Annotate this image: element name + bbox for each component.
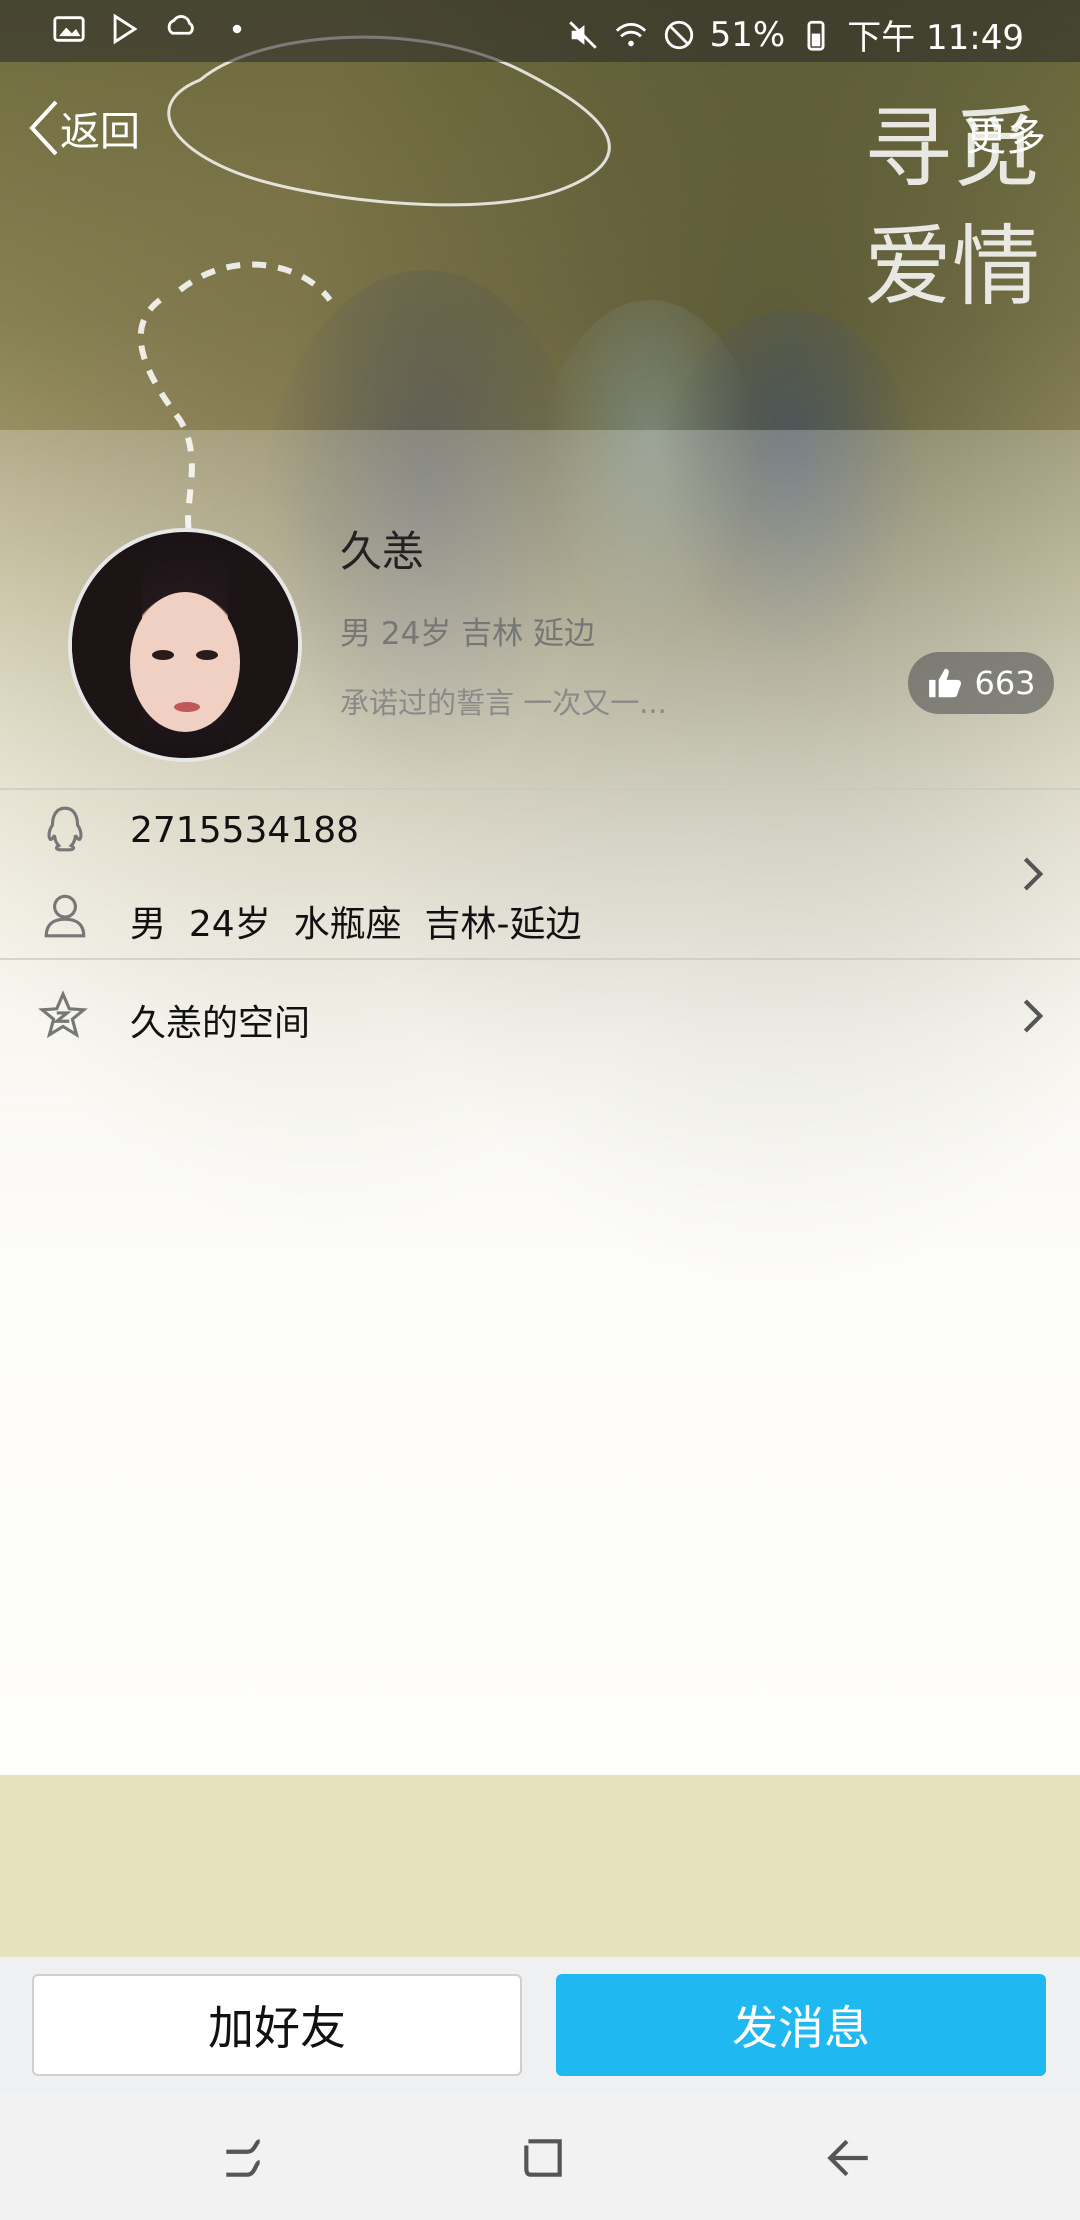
qq-number: 2715534188 (130, 810, 360, 851)
more-button[interactable]: 更多 (966, 104, 1046, 162)
back-label: 返回 (60, 109, 140, 155)
avatar[interactable] (68, 528, 302, 762)
qzone-row[interactable]: 久恙的空间 (0, 960, 1080, 1074)
person-icon (44, 894, 86, 938)
add-friend-button[interactable]: 加好友 (32, 1974, 522, 2076)
play-store-icon (113, 13, 138, 45)
clock: 下午 11:49 (847, 18, 1024, 58)
recent-apps-icon[interactable] (218, 2133, 268, 2183)
action-bar: 加好友 发消息 (0, 1957, 1080, 2093)
thumbs-up-icon (929, 668, 962, 698)
footer-band (0, 1775, 1080, 1957)
back-nav-icon[interactable] (824, 2133, 874, 2183)
send-message-button[interactable]: 发消息 (556, 1974, 1046, 2076)
system-navigation-bar (0, 2093, 1080, 2220)
like-button[interactable]: 663 (908, 652, 1054, 714)
battery-icon (807, 20, 825, 51)
profile-subtitle: 男 24岁 吉林 延边 (340, 616, 596, 652)
chevron-left-icon (29, 100, 58, 156)
status-bar: 51% 下午 11:49 (0, 0, 1080, 62)
chevron-right-icon (1023, 857, 1044, 891)
qzone-label: 久恙的空间 (130, 1003, 311, 1044)
like-count: 663 (974, 664, 1036, 702)
image-icon (53, 16, 85, 42)
wifi-icon (615, 22, 646, 46)
mute-icon (568, 20, 597, 49)
home-icon[interactable] (518, 2133, 568, 2183)
qzone-star-icon (38, 990, 88, 1039)
qq-penguin-icon (47, 806, 83, 852)
battery-percent: 51% (709, 14, 786, 55)
do-not-disturb-icon (664, 20, 693, 49)
profile-details: 男 24岁 水瓶座 吉林-延边 (130, 904, 582, 945)
back-button[interactable]: 返回 (26, 98, 140, 158)
dot-icon (232, 24, 242, 34)
weather-icon (167, 15, 194, 35)
profile-signature[interactable]: 承诺过的誓言 一次又一... (340, 680, 667, 722)
chevron-right-icon (1023, 999, 1044, 1033)
profile-info-row[interactable]: 2715534188 男 24岁 水瓶座 吉林-延边 (0, 790, 1080, 958)
profile-name: 久恙 (340, 527, 425, 576)
